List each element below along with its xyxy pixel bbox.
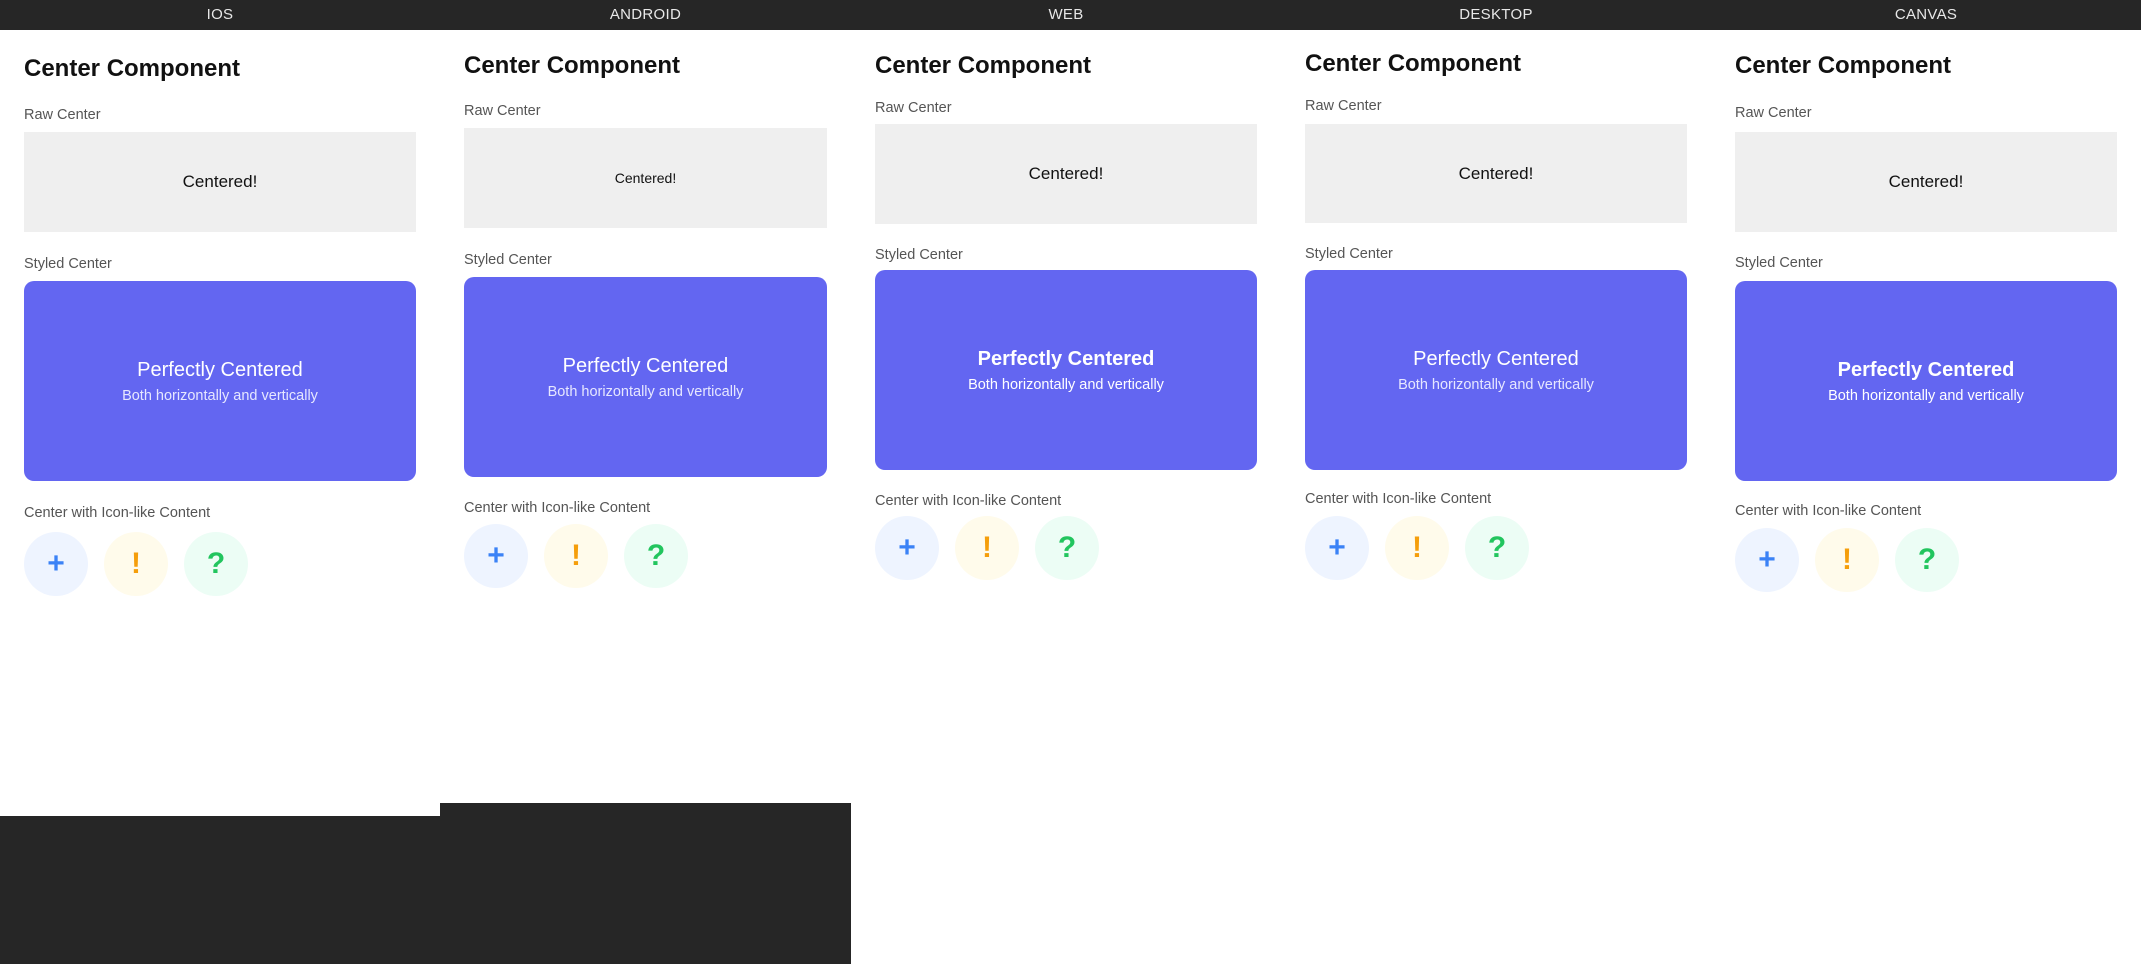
icon-content-label: Center with Icon-like Content xyxy=(1735,503,1922,519)
preview-panel-ios: Center Component Raw Center Centered! St… xyxy=(0,30,440,816)
styled-center-subtitle: Both horizontally and vertically xyxy=(547,383,744,400)
page-title: Center Component xyxy=(1735,52,1951,79)
exclamation-icon: ! xyxy=(1385,516,1449,580)
page-title: Center Component xyxy=(464,52,680,79)
preview-panel-web: Center Component Raw Center Centered! St… xyxy=(851,30,1281,964)
styled-center-title: Perfectly Centered xyxy=(562,354,729,377)
question-icon: ? xyxy=(184,532,248,596)
icon-content-label: Center with Icon-like Content xyxy=(875,493,1062,509)
raw-center-box: Centered! xyxy=(1735,132,2117,232)
question-icon: ? xyxy=(624,524,688,588)
styled-center-title: Perfectly Centered xyxy=(1837,358,2015,381)
plus-icon: + xyxy=(464,524,528,588)
styled-center-subtitle: Both horizontally and vertically xyxy=(122,387,318,404)
raw-center-text: Centered! xyxy=(614,170,677,186)
styled-center-box: Perfectly Centered Both horizontally and… xyxy=(1735,281,2117,481)
styled-center-box: Perfectly Centered Both horizontally and… xyxy=(1305,270,1687,470)
exclamation-icon: ! xyxy=(544,524,608,588)
raw-center-box: Centered! xyxy=(24,132,416,232)
raw-center-text: Centered! xyxy=(1888,172,1964,191)
styled-center-box: Perfectly Centered Both horizontally and… xyxy=(24,281,416,481)
styled-center-subtitle: Both horizontally and vertically xyxy=(968,376,1164,393)
page-title: Center Component xyxy=(24,55,240,82)
plus-icon: + xyxy=(1305,516,1369,580)
raw-center-label: Raw Center xyxy=(464,103,541,119)
platform-header-desktop: DESKTOP xyxy=(1281,0,1711,30)
styled-center-label: Styled Center xyxy=(875,247,963,263)
plus-icon: + xyxy=(1735,528,1799,592)
raw-center-box: Centered! xyxy=(875,124,1257,224)
platform-header-ios: IOS xyxy=(0,0,440,30)
styled-center-label: Styled Center xyxy=(464,252,552,268)
column-web: WEB Center Component Raw Center Centered… xyxy=(851,0,1281,964)
question-icon: ? xyxy=(1895,528,1959,592)
styled-center-title: Perfectly Centered xyxy=(137,358,303,381)
styled-center-label: Styled Center xyxy=(1305,246,1393,262)
preview-panel-android: Center Component Raw Center Centered! St… xyxy=(440,30,851,803)
raw-center-text: Centered! xyxy=(1028,164,1104,183)
styled-center-title: Perfectly Centered xyxy=(977,347,1155,370)
preview-panel-desktop: Center Component Raw Center Centered! St… xyxy=(1281,30,1711,964)
preview-panel-canvas: Center Component Raw Center Centered! St… xyxy=(1711,30,2141,964)
page-title: Center Component xyxy=(875,52,1091,79)
column-ios: IOS Center Component Raw Center Centered… xyxy=(0,0,440,964)
raw-center-label: Raw Center xyxy=(1305,98,1382,114)
question-icon: ? xyxy=(1465,516,1529,580)
exclamation-icon: ! xyxy=(955,516,1019,580)
plus-icon: + xyxy=(875,516,939,580)
styled-center-label: Styled Center xyxy=(1735,255,1823,271)
column-canvas: CANVAS Center Component Raw Center Cente… xyxy=(1711,0,2141,964)
page-title: Center Component xyxy=(1305,50,1521,77)
styled-center-subtitle: Both horizontally and vertically xyxy=(1398,376,1594,393)
raw-center-label: Raw Center xyxy=(1735,105,1812,121)
styled-center-subtitle: Both horizontally and vertically xyxy=(1828,387,2024,404)
styled-center-box: Perfectly Centered Both horizontally and… xyxy=(875,270,1257,470)
raw-center-box: Centered! xyxy=(1305,124,1687,223)
platform-header-android: ANDROID xyxy=(440,0,851,30)
raw-center-text: Centered! xyxy=(1458,163,1534,183)
column-android: ANDROID Center Component Raw Center Cent… xyxy=(440,0,851,964)
exclamation-icon: ! xyxy=(104,532,168,596)
raw-center-text: Centered! xyxy=(182,172,258,191)
exclamation-icon: ! xyxy=(1815,528,1879,592)
column-desktop: DESKTOP Center Component Raw Center Cent… xyxy=(1281,0,1711,964)
styled-center-box: Perfectly Centered Both horizontally and… xyxy=(464,277,827,477)
icon-content-label: Center with Icon-like Content xyxy=(464,500,651,516)
platform-header-canvas: CANVAS xyxy=(1711,0,2141,30)
plus-icon: + xyxy=(24,532,88,596)
styled-center-title: Perfectly Centered xyxy=(1413,347,1579,370)
raw-center-box: Centered! xyxy=(464,128,827,228)
styled-center-label: Styled Center xyxy=(24,256,112,272)
raw-center-label: Raw Center xyxy=(24,107,101,123)
icon-content-label: Center with Icon-like Content xyxy=(24,505,211,521)
question-icon: ? xyxy=(1035,516,1099,580)
platform-header-web: WEB xyxy=(851,0,1281,30)
icon-content-label: Center with Icon-like Content xyxy=(1305,491,1492,507)
raw-center-label: Raw Center xyxy=(875,100,952,116)
